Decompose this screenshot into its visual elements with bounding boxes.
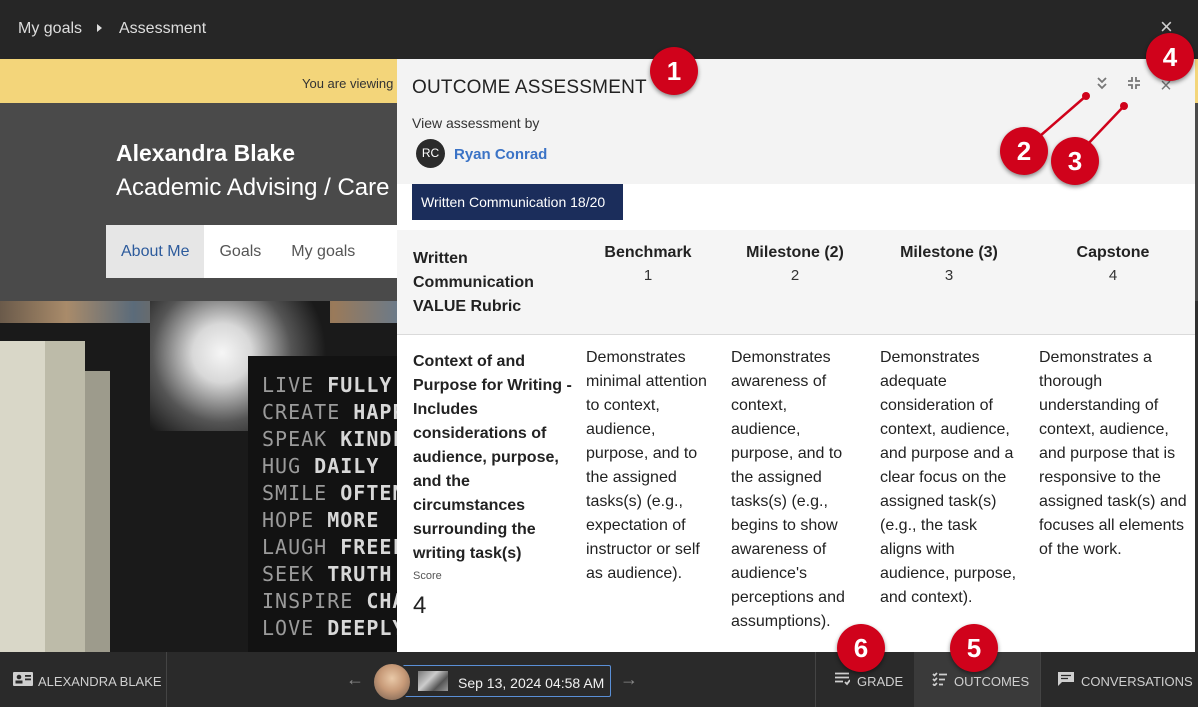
tab-conversations-label: CONVERSATIONS [1081, 674, 1193, 689]
profile-name: Alexandra Blake [116, 140, 295, 166]
callout-badge-2: 2 [1000, 127, 1048, 175]
quote-line: LIVE FULLY [262, 373, 393, 397]
tab-my-goals[interactable]: My goals [276, 225, 370, 278]
minimize-icon[interactable] [1123, 75, 1145, 97]
level-name: Milestone (3) [900, 244, 998, 261]
rubric-row: Context of and Purpose for Writing - Inc… [397, 336, 1195, 652]
callout-badge-6: 6 [837, 624, 885, 672]
level-description-milestone-3[interactable]: Demonstrates adequate consideration of c… [880, 346, 1022, 610]
book-spine [85, 371, 110, 652]
outcome-chip[interactable]: Written Communication 18/20 [412, 184, 623, 220]
submission-date: Sep 13, 2024 04:58 AM [458, 675, 605, 691]
level-header-benchmark: Benchmark 1 [582, 242, 714, 288]
book-spine [45, 341, 85, 652]
quote-line: LAUGH FREELY [262, 535, 400, 559]
score-value: 4 [413, 592, 427, 619]
chat-bubble-icon [1057, 671, 1075, 692]
quote-line: HUG DAILY [262, 454, 380, 478]
rubric-title: Written Communication VALUE Rubric [413, 250, 534, 315]
callout-badge-5: 5 [950, 624, 998, 672]
submission-thumbnail [418, 671, 448, 691]
tab-grade-label: GRADE [857, 674, 904, 689]
book-spine [0, 341, 45, 652]
level-name: Benchmark [604, 244, 692, 261]
profile-tabs: About Me Goals My goals [106, 225, 406, 278]
level-header-milestone-2: Milestone (2) 2 [728, 242, 862, 288]
breadcrumb-chevron-icon [97, 24, 102, 32]
level-number: 3 [944, 267, 954, 284]
breadcrumb-assessment: Assessment [119, 20, 207, 37]
quote-line: CREATE HAPPI [262, 400, 400, 424]
id-card-icon [13, 672, 33, 691]
quote-line: HOPE MORE [262, 508, 380, 532]
student-name-label: ALEXANDRA BLAKE [38, 674, 162, 689]
level-name: Capstone [1076, 244, 1150, 261]
profile-title: Academic Advising / Care [116, 174, 390, 201]
level-header-milestone-3: Milestone (3) 3 [878, 242, 1020, 288]
outcomes-icon [932, 672, 948, 691]
previous-arrow-icon[interactable]: ← [346, 670, 364, 688]
collapse-chevrons-icon[interactable] [1091, 75, 1113, 97]
level-header-capstone: Capstone 4 [1041, 242, 1185, 288]
quote-line: SPEAK KINDLY [262, 427, 400, 451]
callout-badge-4: 4 [1146, 33, 1194, 81]
level-description-capstone[interactable]: Demonstrates a thorough understanding of… [1039, 346, 1191, 562]
tab-goals[interactable]: Goals [204, 225, 276, 278]
assessor-link[interactable]: Ryan Conrad [454, 146, 547, 163]
next-arrow-icon[interactable]: → [620, 670, 638, 688]
breadcrumb-my-goals[interactable]: My goals [18, 20, 82, 38]
level-number: 2 [790, 267, 800, 284]
level-name: Milestone (2) [746, 244, 844, 261]
criterion-label: Context of and Purpose for Writing - Inc… [413, 353, 572, 562]
tab-about-me[interactable]: About Me [106, 225, 205, 278]
level-number: 4 [1108, 267, 1118, 284]
level-number: 1 [643, 267, 653, 284]
panel-title: OUTCOME ASSESSMENT [412, 77, 647, 98]
rubric-header: Written Communication VALUE Rubric Bench… [397, 230, 1195, 335]
level-description-benchmark[interactable]: Demonstrates minimal attention to contex… [586, 346, 718, 586]
quote-line: LOVE DEEPLY [262, 616, 400, 640]
quote-line: SMILE OFTEN [262, 481, 400, 505]
level-description-milestone-2[interactable]: Demonstrates awareness of context, audie… [731, 346, 855, 634]
banner-text: You are viewing [302, 76, 394, 91]
avatar [372, 662, 412, 702]
outcome-chip-row: Written Communication 18/20 [397, 184, 1195, 230]
top-bar: My goals Assessment × [0, 0, 1198, 59]
tab-conversations[interactable]: CONVERSATIONS [1040, 652, 1198, 707]
quote-line: INSPIRE CHAN [262, 589, 400, 613]
avatar: RC [416, 139, 445, 168]
cover-photo: LIVE FULLY CREATE HAPPI SPEAK KINDLY HUG… [0, 301, 400, 652]
bottom-bar: ALEXANDRA BLAKE ← Sep 13, 2024 04:58 AM … [0, 652, 1198, 707]
tab-outcomes-label: OUTCOMES [954, 674, 1030, 689]
student-button[interactable]: ALEXANDRA BLAKE [0, 652, 167, 707]
grade-list-icon [834, 672, 851, 691]
quote-line: SEEK TRUTH [262, 562, 393, 586]
view-assessment-by-label: View assessment by [412, 115, 540, 131]
callout-badge-1: 1 [650, 47, 698, 95]
score-label: Score [413, 570, 442, 582]
quote-canvas: LIVE FULLY CREATE HAPPI SPEAK KINDLY HUG… [248, 356, 400, 652]
callout-badge-3: 3 [1051, 137, 1099, 185]
